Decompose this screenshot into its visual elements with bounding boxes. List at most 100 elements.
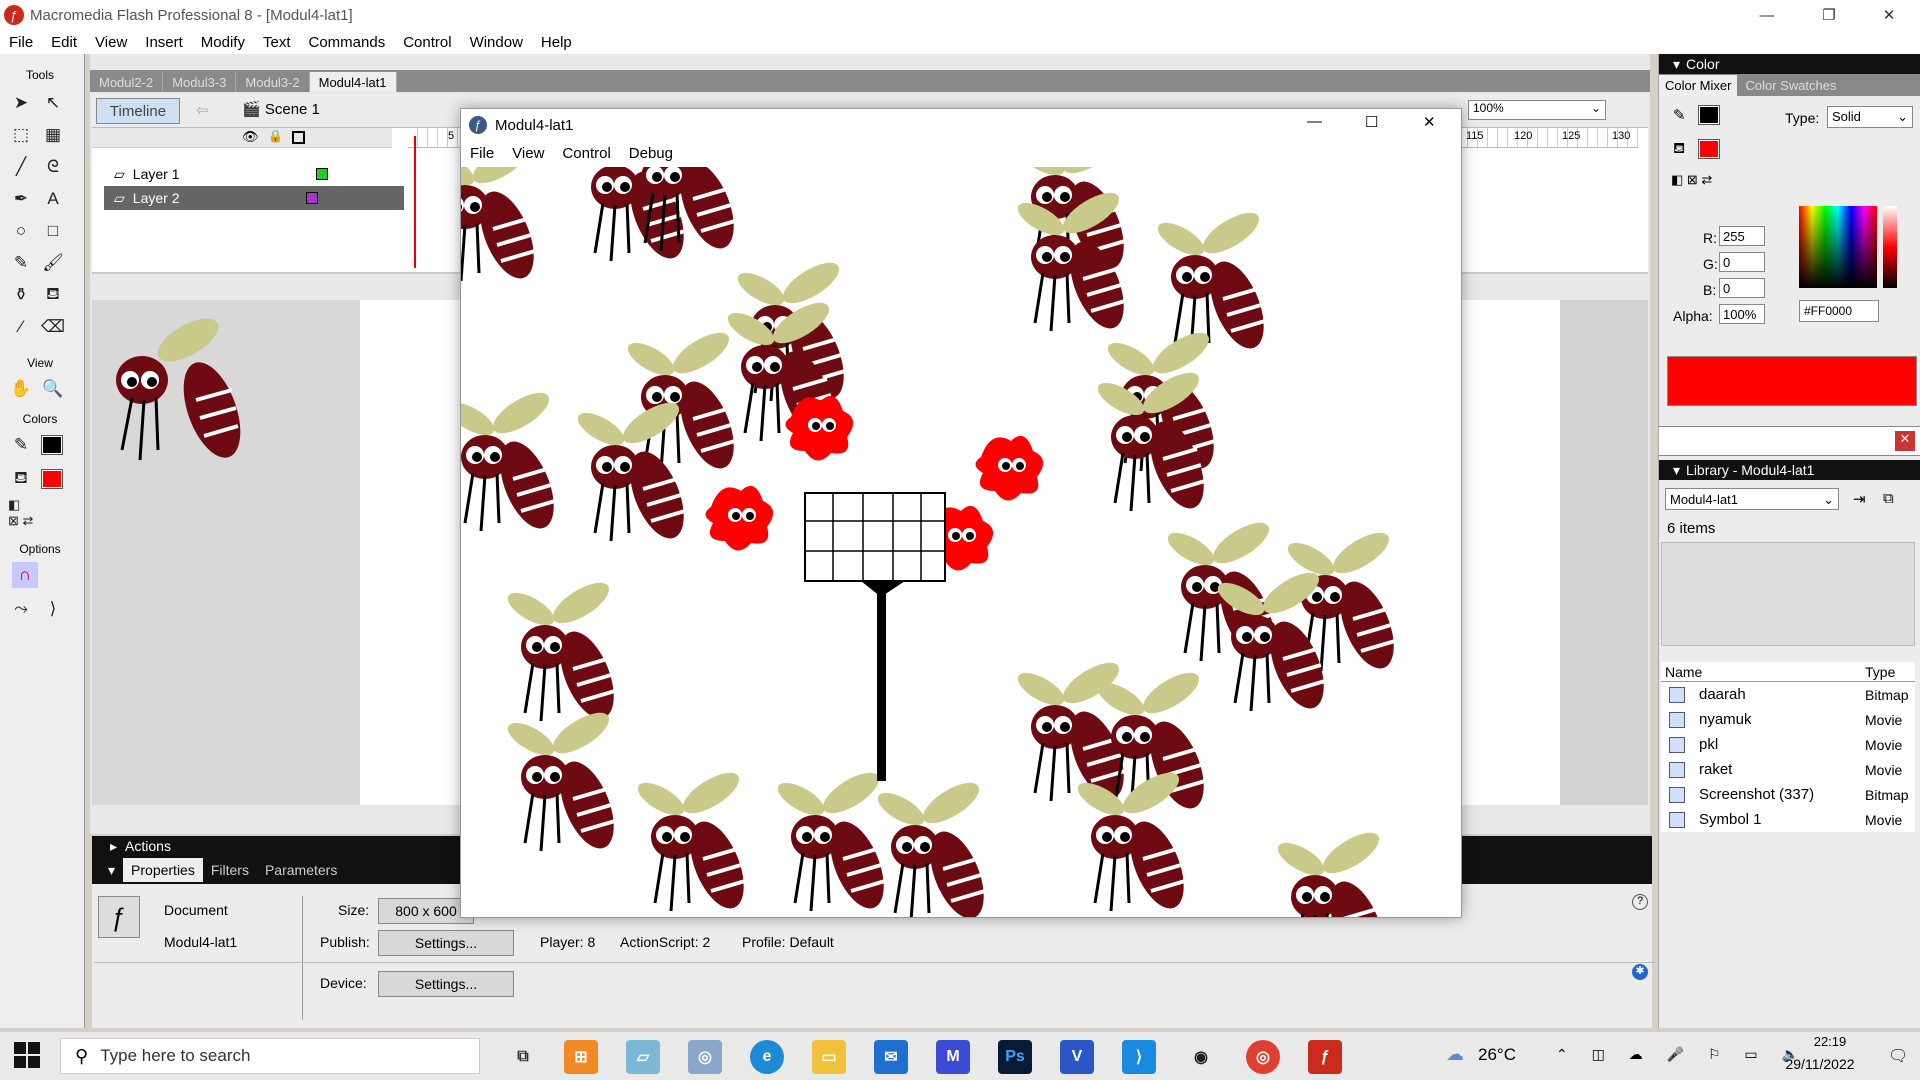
tab-color-mixer[interactable]: Color Mixer xyxy=(1659,74,1738,96)
menu-control[interactable]: Control xyxy=(394,34,460,51)
color-spectrum[interactable] xyxy=(1799,206,1877,288)
layer-row-2[interactable]: ▱ Layer 2 xyxy=(104,186,404,210)
pencil-tool-icon[interactable]: ✎ xyxy=(8,250,34,276)
close-button[interactable]: ✕ xyxy=(1423,113,1436,131)
weather-temp[interactable]: 26°C xyxy=(1478,1045,1516,1065)
oval-tool-icon[interactable]: ○ xyxy=(8,218,34,244)
fill-color-icon[interactable]: ⛾ xyxy=(8,466,34,492)
eraser-tool-icon[interactable]: ⌫ xyxy=(40,314,66,340)
app-icon[interactable]: ▱ xyxy=(626,1040,660,1074)
g-input[interactable]: 0 xyxy=(1719,252,1765,272)
task-view-icon[interactable]: ⧉ xyxy=(506,1040,540,1074)
eyedropper-icon[interactable]: ⁄ xyxy=(8,314,34,340)
menu-view[interactable]: View xyxy=(86,34,136,51)
list-item[interactable]: nyamuk Movie xyxy=(1669,707,1919,732)
weather-icon[interactable]: ☁ xyxy=(1446,1044,1464,1065)
tab-parameters[interactable]: Parameters xyxy=(257,862,345,878)
alpha-input[interactable]: 100% xyxy=(1719,304,1765,324)
list-item[interactable]: raket Movie xyxy=(1669,757,1919,782)
type-select[interactable]: Solid ⌄ xyxy=(1827,106,1913,128)
menu-edit[interactable]: Edit xyxy=(42,34,86,51)
app-icon[interactable]: ⊞ xyxy=(564,1040,598,1074)
collapse-arrow-icon[interactable]: ▾ xyxy=(108,862,115,879)
close-button[interactable]: ✕ xyxy=(1866,0,1912,30)
device-settings-button[interactable]: Settings... xyxy=(378,971,514,997)
tab-modul2-2[interactable]: Modul2-2 xyxy=(90,72,164,92)
app-icon[interactable]: ◎ xyxy=(688,1040,722,1074)
lasso-tool-icon[interactable]: ᘓ xyxy=(40,154,66,180)
brush-tool-icon[interactable]: 🖌 xyxy=(40,250,66,276)
tab-modul3-3[interactable]: Modul3-3 xyxy=(163,72,237,92)
help-icon[interactable]: ? xyxy=(1632,894,1648,910)
player-menu-file[interactable]: File xyxy=(461,145,503,162)
tab-filters[interactable]: Filters xyxy=(203,862,257,878)
chrome-icon[interactable]: ◎ xyxy=(1246,1040,1280,1074)
tab-modul4-lat1[interactable]: Modul4-lat1 xyxy=(309,72,397,92)
edge-icon[interactable]: e xyxy=(750,1040,784,1074)
menu-insert[interactable]: Insert xyxy=(136,34,192,51)
library-doc-select[interactable]: Modul4-lat1 ⌄ xyxy=(1665,488,1839,510)
paint-bucket-icon[interactable]: ⛾ xyxy=(40,282,66,308)
brightness-slider[interactable] xyxy=(1883,206,1897,288)
list-item[interactable]: Symbol 1 Movie xyxy=(1669,807,1919,832)
list-item[interactable]: Screenshot (337) Bitmap xyxy=(1669,782,1919,807)
fill-swatch[interactable] xyxy=(41,469,63,489)
tab-color-swatches[interactable]: Color Swatches xyxy=(1737,75,1844,96)
menu-text[interactable]: Text xyxy=(254,34,300,51)
mail-icon[interactable]: ✉ xyxy=(874,1040,908,1074)
ink-bottle-icon[interactable]: ⚱ xyxy=(8,282,34,308)
app-icon[interactable]: M xyxy=(936,1040,970,1074)
tab-modul3-2[interactable]: Modul3-2 xyxy=(236,72,310,92)
layer-row-1[interactable]: ▱ Layer 1 xyxy=(114,162,404,186)
fill-transform-icon[interactable]: ▦ xyxy=(40,122,66,148)
outline-icon[interactable] xyxy=(292,131,305,144)
photoshop-icon[interactable]: Ps xyxy=(998,1040,1032,1074)
notification-icon[interactable]: 🗨 xyxy=(1888,1046,1908,1066)
hand-tool-icon[interactable]: ✋ xyxy=(8,376,34,402)
player-menu-control[interactable]: Control xyxy=(553,145,619,162)
accessibility-icon[interactable]: ✱ xyxy=(1632,964,1648,980)
game-canvas[interactable] xyxy=(461,167,1461,917)
smooth-icon[interactable]: ⤳ xyxy=(8,596,34,622)
b-input[interactable]: 0 xyxy=(1719,278,1765,298)
selection-tool-icon[interactable]: ➤ xyxy=(8,90,34,116)
game-scene[interactable] xyxy=(461,167,1461,917)
player-menu-debug[interactable]: Debug xyxy=(620,145,682,162)
back-arrow-icon[interactable]: ⇦ xyxy=(196,101,209,119)
clock-time[interactable]: 22:19 xyxy=(1790,1034,1870,1049)
timeline-button[interactable]: Timeline xyxy=(96,98,180,124)
file-explorer-icon[interactable]: ▭ xyxy=(812,1040,846,1074)
pen-tool-icon[interactable]: ✒ xyxy=(8,186,34,212)
eye-icon[interactable]: 👁 xyxy=(242,129,259,145)
mixer-fill-swatch[interactable] xyxy=(1698,139,1720,159)
line-tool-icon[interactable]: ╱ xyxy=(8,154,34,180)
vscode-icon[interactable]: ⟩ xyxy=(1122,1040,1156,1074)
menu-window[interactable]: Window xyxy=(461,34,532,51)
menu-file[interactable]: File xyxy=(0,34,42,51)
clock-date[interactable]: 29/11/2022 xyxy=(1770,1056,1870,1072)
color-panel-header[interactable]: ▾ Color xyxy=(1659,54,1920,74)
straighten-icon[interactable]: ⟩ xyxy=(40,596,66,622)
publish-settings-button[interactable]: Settings... xyxy=(378,930,514,956)
player-menu-view[interactable]: View xyxy=(503,145,553,162)
menu-help[interactable]: Help xyxy=(532,34,581,51)
scene-label[interactable]: 🎬 Scene 1 xyxy=(242,100,320,118)
rectangle-tool-icon[interactable]: □ xyxy=(40,218,66,244)
tab-properties[interactable]: Properties xyxy=(123,858,203,882)
menu-modify[interactable]: Modify xyxy=(192,34,254,51)
maximize-button[interactable]: ☐ xyxy=(1365,113,1378,131)
zoom-tool-icon[interactable]: 🔍 xyxy=(40,376,66,402)
subselect-tool-icon[interactable]: ↖ xyxy=(40,90,66,116)
r-input[interactable]: 255 xyxy=(1719,226,1765,246)
search-box[interactable]: ⚲ Type here to search xyxy=(60,1038,480,1074)
maximize-button[interactable]: ❐ xyxy=(1806,0,1852,30)
swatter-racket[interactable] xyxy=(804,492,946,781)
obs-icon[interactable]: ◉ xyxy=(1184,1040,1218,1074)
list-item[interactable]: pkl Movie xyxy=(1669,732,1919,757)
library-panel-header[interactable]: ▾ Library - Modul4-lat1 xyxy=(1659,460,1920,480)
minimize-button[interactable]: — xyxy=(1744,0,1790,30)
close-icon[interactable]: ✕ xyxy=(1895,431,1915,451)
menu-commands[interactable]: Commands xyxy=(300,34,395,51)
playhead[interactable] xyxy=(414,136,416,268)
hex-input[interactable]: #FF0000 xyxy=(1799,300,1879,322)
